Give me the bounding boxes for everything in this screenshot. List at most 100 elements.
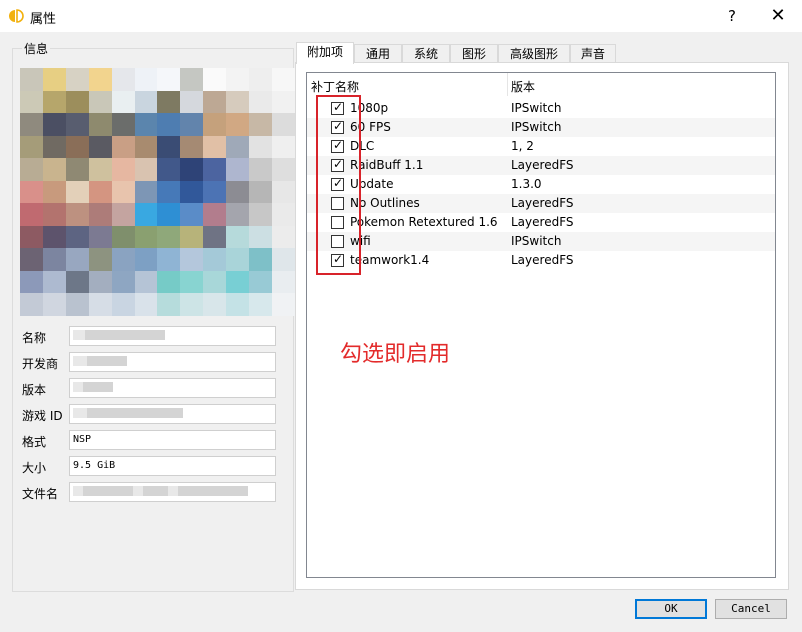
cover-pixel [249, 68, 273, 91]
addon-row[interactable]: ✓ 60 FPS IPSwitch [307, 118, 775, 137]
cover-pixel [20, 225, 43, 249]
cover-pixel [88, 225, 112, 249]
cover-pixel [20, 158, 43, 181]
annotation-text: 勾选即启用 [340, 342, 451, 367]
cover-pixel [65, 203, 89, 226]
field-input[interactable] [69, 378, 276, 398]
cover-pixel [180, 180, 204, 204]
cover-pixel [111, 293, 135, 316]
cover-pixel [180, 203, 204, 226]
cover-pixel [65, 90, 89, 114]
redacted-text [83, 382, 113, 392]
tab-2[interactable]: 系统 [402, 44, 450, 62]
cover-pixel [111, 248, 135, 271]
cover-pixel [65, 248, 89, 271]
addon-row[interactable]: No Outlines LayeredFS [307, 194, 775, 213]
cover-pixel [42, 90, 66, 114]
redacted-text [73, 356, 87, 366]
cover-pixel [249, 270, 273, 294]
field-input[interactable] [69, 326, 276, 346]
cover-pixel [42, 113, 66, 136]
cover-pixel [65, 270, 89, 294]
cover-pixel [203, 248, 227, 271]
title-bar: 属性 ? ✕ [0, 0, 802, 32]
cover-pixel [157, 225, 181, 249]
cover-pixel [134, 270, 158, 294]
cover-pixel [180, 225, 204, 249]
addon-version: IPSwitch [511, 101, 562, 115]
addon-row[interactable]: ✓ RaidBuff 1.1 LayeredFS [307, 156, 775, 175]
cover-pixel [88, 90, 112, 114]
cover-pixel [180, 293, 204, 316]
field-input[interactable]: NSP [69, 430, 276, 450]
close-button[interactable]: ✕ [756, 2, 800, 30]
cover-pixel [157, 90, 181, 114]
help-button[interactable]: ? [710, 2, 754, 30]
cover-pixel [88, 135, 112, 159]
cover-pixel [157, 113, 181, 136]
cover-pixel [226, 135, 250, 159]
cover-pixel [134, 248, 158, 271]
cover-pixel [134, 225, 158, 249]
cover-pixel [111, 203, 135, 226]
cover-pixel [157, 158, 181, 181]
tab-0[interactable]: 附加项 [296, 42, 354, 64]
addon-row[interactable]: ✓ DLC 1, 2 [307, 137, 775, 156]
list-header: 补丁名称 版本 [307, 73, 775, 97]
tab-1[interactable]: 通用 [354, 44, 402, 62]
ok-button[interactable]: OK [635, 599, 707, 619]
tab-4[interactable]: 高级图形 [498, 44, 570, 62]
cover-pixel [134, 113, 158, 136]
cover-pixel [226, 180, 250, 204]
redacted-text [85, 330, 165, 340]
field-input[interactable] [69, 352, 276, 372]
addon-row[interactable]: ✓ 1080p IPSwitch [307, 99, 775, 118]
field-label: 大小 [22, 461, 47, 475]
app-logo-icon [9, 9, 24, 23]
addons-list[interactable]: 补丁名称 版本 ✓ 1080p IPSwitch ✓ 60 FPS IPSwitch ✓ DL… [306, 72, 776, 578]
cover-pixel [272, 113, 295, 136]
cover-pixel [20, 68, 43, 91]
cover-pixel [249, 135, 273, 159]
redacted-text [83, 486, 133, 496]
redacted-text [178, 486, 248, 496]
addon-row[interactable]: Pokemon Retextured 1.6 LayeredFS [307, 213, 775, 232]
tab-5[interactable]: 声音 [570, 44, 616, 62]
field-label: 文件名 [22, 487, 59, 501]
cover-pixel [272, 135, 295, 159]
addon-name: RaidBuff 1.1 [350, 158, 424, 172]
field-label: 游戏 ID [22, 409, 63, 423]
cover-pixel [249, 90, 273, 114]
field-input[interactable]: 9.5 GiB [69, 456, 276, 476]
cover-pixel [65, 68, 89, 91]
cancel-button[interactable]: Cancel [715, 599, 787, 619]
cover-pixel [226, 203, 250, 226]
column-header-version[interactable]: 版本 [511, 78, 535, 95]
field-input[interactable] [69, 482, 276, 502]
column-header-name[interactable]: 补丁名称 [311, 78, 359, 95]
cover-pixel [203, 135, 227, 159]
cover-pixel [226, 293, 250, 316]
cover-pixel [157, 68, 181, 91]
addon-row[interactable]: wifi IPSwitch [307, 232, 775, 251]
redacted-text [73, 486, 83, 496]
cover-pixel [111, 158, 135, 181]
field-value: 9.5 GiB [73, 460, 116, 471]
cover-pixel [249, 293, 273, 316]
cover-pixel [111, 180, 135, 204]
redacted-text [73, 408, 87, 418]
addon-version: IPSwitch [511, 120, 562, 134]
column-divider[interactable] [507, 73, 508, 96]
addon-row[interactable]: ✓ teamwork1.4 LayeredFS [307, 251, 775, 270]
cover-pixel [88, 113, 112, 136]
cover-pixel [272, 203, 295, 226]
field-label: 开发商 [22, 357, 59, 371]
cover-pixel [20, 180, 43, 204]
tab-3[interactable]: 图形 [450, 44, 498, 62]
cover-pixel [157, 293, 181, 316]
cover-pixel [203, 68, 227, 91]
addon-row[interactable]: ✓ Update 1.3.0 [307, 175, 775, 194]
addon-name: Pokemon Retextured 1.6 [350, 215, 498, 229]
field-input[interactable] [69, 404, 276, 424]
cover-pixel [88, 180, 112, 204]
